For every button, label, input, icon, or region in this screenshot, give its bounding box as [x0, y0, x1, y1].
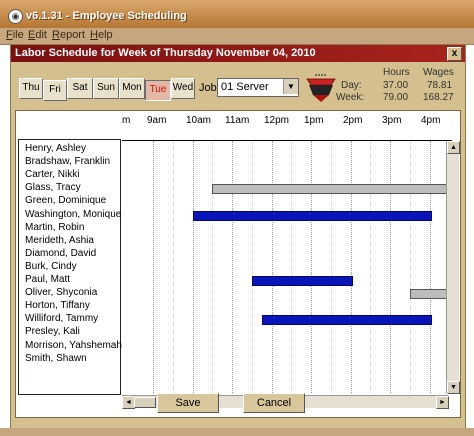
day-tab-fri[interactable]: Fri: [43, 80, 67, 101]
time-label: 11am: [225, 115, 250, 126]
app-icon: ◉: [8, 9, 23, 24]
shift-bar[interactable]: [261, 315, 432, 326]
employee-name[interactable]: Washington, Monique: [25, 209, 121, 220]
day-stat-label: Day:: [341, 80, 362, 91]
grid-line: [429, 141, 431, 393]
day-hours: 37.00: [383, 80, 409, 91]
scroll-right-icon[interactable]: ►: [436, 396, 449, 409]
employee-name[interactable]: Presley, Kali: [25, 326, 80, 337]
week-stat-label: Week:: [336, 92, 365, 103]
grid-line: [409, 141, 411, 393]
company-logo: [306, 74, 336, 102]
chevron-down-icon[interactable]: ▼: [283, 79, 298, 94]
time-label: 12pm: [264, 115, 290, 126]
menu-help[interactable]: Help: [90, 29, 113, 41]
scroll-up-icon[interactable]: ▲: [447, 141, 460, 154]
shift-bar[interactable]: [409, 289, 448, 300]
schedule-panel: m 9am 10am 11am 12pm 1pm 2pm 3pm 4pm Henry, Ashl…: [15, 110, 461, 418]
job-select-value: 01 Server: [221, 81, 269, 93]
day-tab-sun[interactable]: Sun: [93, 78, 119, 99]
week-hours: 79.00: [383, 92, 409, 103]
menu-edit[interactable]: Edit: [28, 29, 47, 41]
employee-list: Henry, Ashley Bradshaw, Franklin Carter, N…: [18, 139, 122, 395]
employee-name[interactable]: Morrison, Yahshemah: [25, 340, 122, 351]
grid-line: [232, 141, 233, 393]
grid-line: [153, 141, 154, 393]
grid-line: [172, 141, 174, 393]
time-label: m: [122, 115, 131, 126]
time-header: m 9am 10am 11am 12pm 1pm 2pm 3pm 4pm: [122, 115, 452, 127]
employee-name[interactable]: Burk, Cindy: [25, 261, 77, 272]
time-label: 10am: [186, 115, 212, 126]
day-tab-sat[interactable]: Sat: [67, 78, 93, 99]
day-tab-wed[interactable]: Wed: [171, 78, 195, 99]
menubar: File Edit Report Help: [0, 28, 474, 45]
employee-name[interactable]: Henry, Ashley: [25, 143, 86, 154]
job-label: Job: [199, 82, 217, 94]
time-label: 9am: [147, 115, 167, 126]
grid-line: [251, 141, 253, 393]
grid-line: [212, 141, 214, 393]
scroll-down-icon[interactable]: ▼: [447, 381, 460, 394]
time-label: 4pm: [421, 115, 441, 126]
cancel-button[interactable]: Cancel: [243, 393, 305, 413]
grid-line: [271, 141, 273, 393]
employee-name[interactable]: Martin, Robin: [25, 222, 84, 233]
app-title: v6.1.31 - Employee Scheduling: [26, 10, 187, 22]
day-tab-mon[interactable]: Mon: [119, 78, 145, 99]
employee-name[interactable]: Glass, Tracy: [25, 182, 81, 193]
employee-name[interactable]: Merideth, Ashia: [25, 235, 94, 246]
shift-bar[interactable]: [251, 276, 353, 286]
employee-name[interactable]: Oliver, Shyconia: [25, 287, 97, 298]
day-tab-tue[interactable]: Tue: [145, 80, 171, 101]
shift-bar[interactable]: [192, 210, 432, 221]
status-bar: [0, 428, 474, 436]
shift-bar[interactable]: [212, 184, 448, 195]
employee-name[interactable]: Carter, Nikki: [25, 169, 79, 180]
grid-line: [311, 141, 312, 393]
schedule-grid[interactable]: [122, 141, 448, 393]
scroll-thumb[interactable]: [134, 397, 156, 408]
wages-header: Wages: [423, 67, 454, 78]
close-icon[interactable]: x: [447, 47, 462, 61]
day-wages: 78.81: [427, 80, 453, 91]
employee-name[interactable]: Paul, Matt: [25, 274, 70, 285]
grid-line: [291, 141, 293, 393]
employee-name[interactable]: Green, Dominique: [25, 195, 106, 206]
employee-name[interactable]: Williford, Tammy: [25, 313, 98, 324]
grid-line: [192, 141, 194, 393]
labor-schedule-dialog: Labor Schedule for Week of Thursday Nove…: [10, 44, 466, 430]
grid-line: [390, 141, 391, 393]
dialog-title: Labor Schedule for Week of Thursday Nove…: [15, 47, 316, 59]
hours-header: Hours: [383, 67, 410, 78]
save-button[interactable]: Save: [157, 393, 219, 413]
time-header-bar: [122, 130, 452, 141]
week-wages: 168.27: [423, 92, 454, 103]
dialog-titlebar: Labor Schedule for Week of Thursday Nove…: [11, 45, 465, 62]
vertical-scrollbar[interactable]: ▲ ▼: [446, 141, 460, 394]
menu-report[interactable]: Report: [52, 29, 85, 41]
employee-name[interactable]: Horton, Tiffany: [25, 300, 90, 311]
time-label: 3pm: [382, 115, 402, 126]
menu-file[interactable]: File: [6, 29, 24, 41]
grid-line: [330, 141, 332, 393]
employee-name[interactable]: Bradshaw, Franklin: [25, 156, 110, 167]
day-tab-thu[interactable]: Thu: [19, 78, 43, 99]
job-select[interactable]: 01 Server ▼: [217, 78, 299, 97]
employee-name[interactable]: Diamond, David: [25, 248, 96, 259]
time-label: 1pm: [304, 115, 324, 126]
employee-name[interactable]: Smith, Shawn: [25, 353, 87, 364]
grid-line: [350, 141, 352, 393]
time-label: 2pm: [343, 115, 363, 126]
grid-line: [370, 141, 372, 393]
